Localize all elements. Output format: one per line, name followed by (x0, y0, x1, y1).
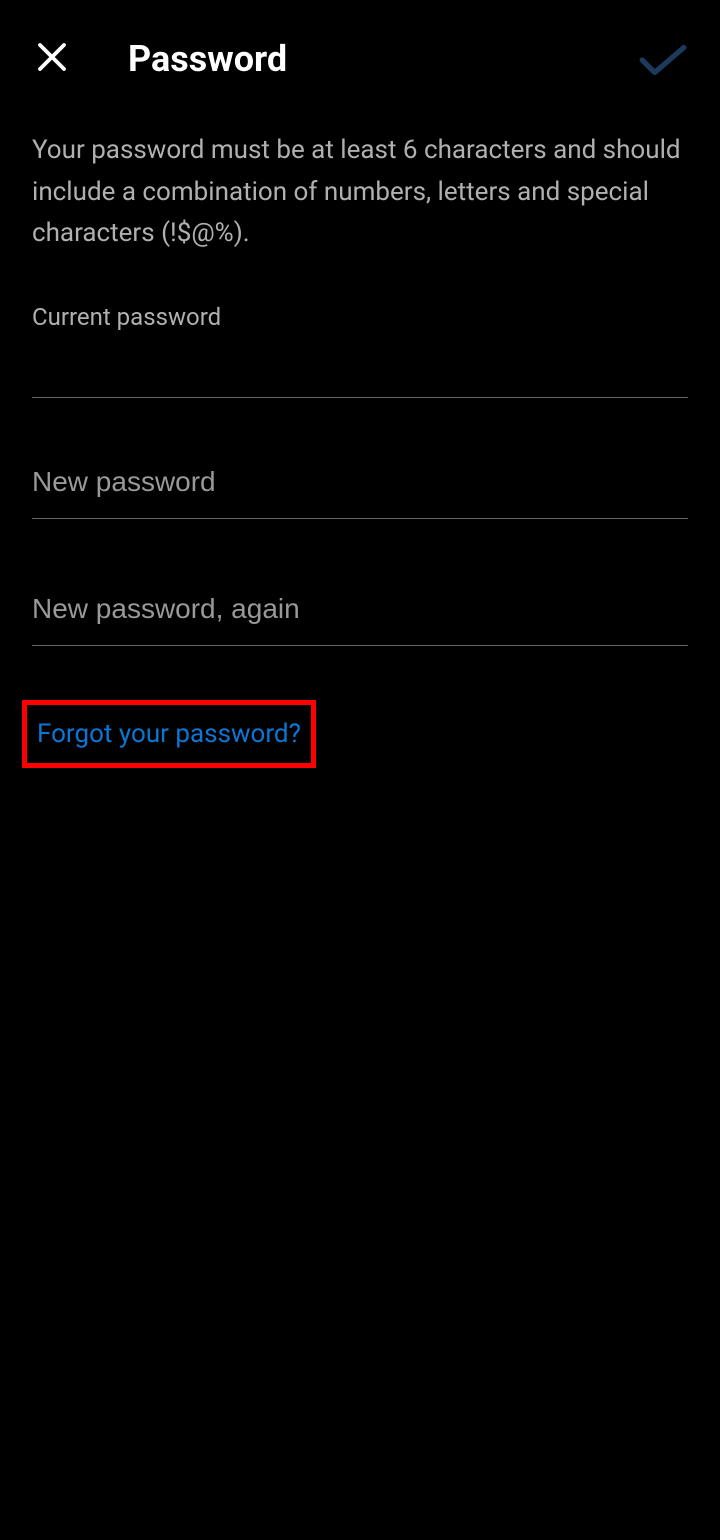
new-password-again-input[interactable] (32, 573, 688, 646)
current-password-input[interactable] (32, 341, 688, 398)
check-icon (638, 42, 688, 82)
new-password-again-group (32, 573, 688, 646)
current-password-group: Current password (32, 303, 688, 398)
close-button[interactable] (32, 39, 72, 79)
forgot-password-highlight: Forgot your password? (22, 700, 316, 768)
page-title: Password (128, 38, 287, 80)
current-password-label: Current password (32, 303, 688, 331)
forgot-password-link[interactable]: Forgot your password? (37, 719, 301, 749)
confirm-button[interactable] (638, 42, 688, 82)
new-password-input[interactable] (32, 446, 688, 519)
new-password-group (32, 446, 688, 519)
password-requirements-text: Your password must be at least 6 charact… (32, 130, 688, 255)
close-icon (34, 39, 70, 79)
